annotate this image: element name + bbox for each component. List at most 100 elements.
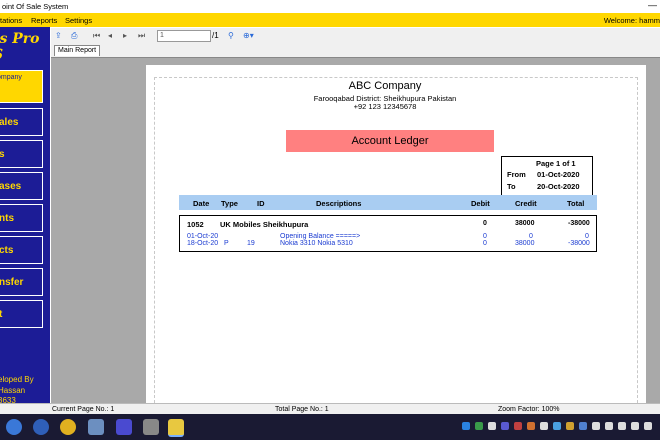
col-credit: Credit [515, 199, 537, 208]
tray-app3-icon[interactable] [527, 422, 535, 430]
sidebar-button-label: ases [0, 181, 22, 192]
menu-item-reports[interactable]: Reports [31, 16, 57, 25]
start-icon[interactable] [6, 419, 22, 435]
col-total: Total [567, 199, 585, 208]
first-page-icon[interactable]: ⏮ [93, 30, 100, 41]
account-credit: 38000 [515, 220, 535, 227]
to-date: 20-Oct-2020 [537, 182, 580, 191]
tray-clock-icon[interactable] [644, 422, 652, 430]
row-total: 0 [585, 233, 589, 240]
file-explorer-icon[interactable] [88, 419, 104, 435]
tab-main-report[interactable]: Main Report [54, 45, 101, 56]
sidebar-button-label: t [0, 309, 3, 320]
row-debit: 0 [483, 240, 487, 247]
report-toolbar: ⇪ ⎙ ⏮ ◂ ▸ ⏭ 1 /1 ⚲ ⊕▾ [51, 28, 660, 44]
report-page: ABC Company Farooqabad District: Sheikhu… [146, 65, 646, 410]
tray-cloud-icon[interactable] [488, 422, 496, 430]
chrome-icon[interactable] [60, 419, 76, 435]
minimize-button[interactable]: — [648, 0, 657, 10]
account-name: UK Mobiles Sheikhupura [220, 220, 309, 229]
find-icon[interactable]: ⚲ [228, 30, 234, 41]
table-header: Date Type ID Descriptions Debit Credit T… [179, 195, 597, 210]
report-page-margin: ABC Company Farooqabad District: Sheikhu… [154, 77, 638, 408]
sidebar-button-label: cts [0, 245, 14, 256]
company-name: ABC Company [348, 80, 422, 92]
welcome-text: Welcome: hamm [603, 16, 660, 25]
row-credit: 38000 [515, 240, 535, 247]
menu-item-settings[interactable]: Settings [65, 16, 92, 25]
report-viewer: ABC Company Farooqabad District: Sheikhu… [51, 57, 660, 410]
export-icon[interactable]: ⇪ [55, 30, 62, 41]
page-info: Page 1 of 1 [536, 159, 576, 168]
col-date: Date [193, 199, 210, 208]
pos-app-icon[interactable] [168, 419, 184, 437]
sidebar-button-label: nts [0, 213, 14, 224]
sidebar-button-label: ompany [0, 74, 22, 81]
tray-volume-icon[interactable] [618, 422, 626, 430]
sidebar-button-label: nsfer [0, 277, 24, 288]
logo-line-1: ts Pro [0, 31, 40, 47]
window-title: oint Of Sale System [2, 2, 69, 11]
tool-icon[interactable] [143, 419, 159, 435]
row-total: -38000 [568, 240, 590, 247]
taskbar [0, 414, 660, 440]
developer-line-1: eloped By [0, 375, 34, 384]
account-id: 1052 [187, 220, 204, 229]
last-page-icon[interactable]: ⏭ [138, 30, 145, 41]
app-logo: ts Pro S [0, 31, 48, 63]
page-info-box: Page 1 of 1 From 01-Oct-2020 To 20-Oct-2… [501, 156, 593, 196]
col-type: Type [221, 199, 238, 208]
row-id: 19 [247, 240, 255, 247]
tray-app7-icon[interactable] [579, 422, 587, 430]
col-id: ID [257, 199, 265, 208]
tray-battery-icon[interactable] [605, 422, 613, 430]
tray-app4-icon[interactable] [540, 422, 548, 430]
from-date: 01-Oct-2020 [537, 170, 580, 179]
previous-page-icon[interactable]: ◂ [108, 30, 112, 41]
sidebar-button-transfer[interactable]: nsfer [0, 268, 43, 296]
sidebar-button-items[interactable]: s [0, 140, 43, 168]
row-description: Opening Balance =====> [280, 233, 361, 240]
row-date: 18-Oct-20 [187, 240, 219, 247]
col-descriptions: Descriptions [316, 199, 362, 208]
sidebar-button-exit[interactable]: t [0, 300, 43, 328]
tray-notes-icon[interactable] [501, 422, 509, 430]
tray-app6-icon[interactable] [566, 422, 574, 430]
account-total: -38000 [568, 220, 590, 227]
sidebar-button-accounts[interactable]: nts [0, 204, 43, 232]
next-page-icon[interactable]: ▸ [123, 30, 127, 41]
to-label: To [507, 182, 516, 191]
tab-strip: Main Report [51, 44, 660, 57]
developer-line-3: 3633 [0, 396, 16, 403]
sidebar-button-products[interactable]: cts [0, 236, 43, 264]
search-icon[interactable] [33, 419, 49, 435]
app-icon[interactable] [116, 419, 132, 435]
page-total: /1 [212, 31, 219, 40]
tray-network-icon[interactable] [592, 422, 600, 430]
row-date: 01-Oct-20 [187, 233, 219, 240]
tray-language-icon[interactable] [631, 422, 639, 430]
total-page-status: Total Page No.: 1 [275, 406, 329, 413]
menu-bar: tations Reports Settings Welcome: hamm [0, 13, 660, 27]
print-icon[interactable]: ⎙ [71, 30, 77, 41]
col-debit: Debit [471, 199, 490, 208]
zoom-icon[interactable]: ⊕▾ [243, 30, 254, 41]
sidebar-button-company[interactable]: ompany [0, 70, 43, 103]
tray-app-icon[interactable] [475, 422, 483, 430]
company-phone: +92 123 12345678 [353, 102, 417, 111]
sidebar-button-purchases[interactable]: ases [0, 172, 43, 200]
sidebar-button-label: s [0, 149, 5, 160]
tray-skype-icon[interactable] [462, 422, 470, 430]
page-number-input[interactable]: 1 [157, 30, 211, 42]
menu-item-operations[interactable]: tations [0, 16, 22, 25]
zoom-factor-status: Zoom Factor: 100% [498, 406, 560, 413]
sidebar-button-label: ales [0, 117, 19, 128]
row-credit: 0 [529, 233, 533, 240]
row-debit: 0 [483, 233, 487, 240]
tray-app5-icon[interactable] [553, 422, 561, 430]
current-page-status: Current Page No.: 1 [52, 406, 115, 413]
sidebar-button-sales[interactable]: ales [0, 108, 43, 136]
title-bar: oint Of Sale System — [0, 0, 660, 14]
from-label: From [507, 170, 526, 179]
tray-app2-icon[interactable] [514, 422, 522, 430]
